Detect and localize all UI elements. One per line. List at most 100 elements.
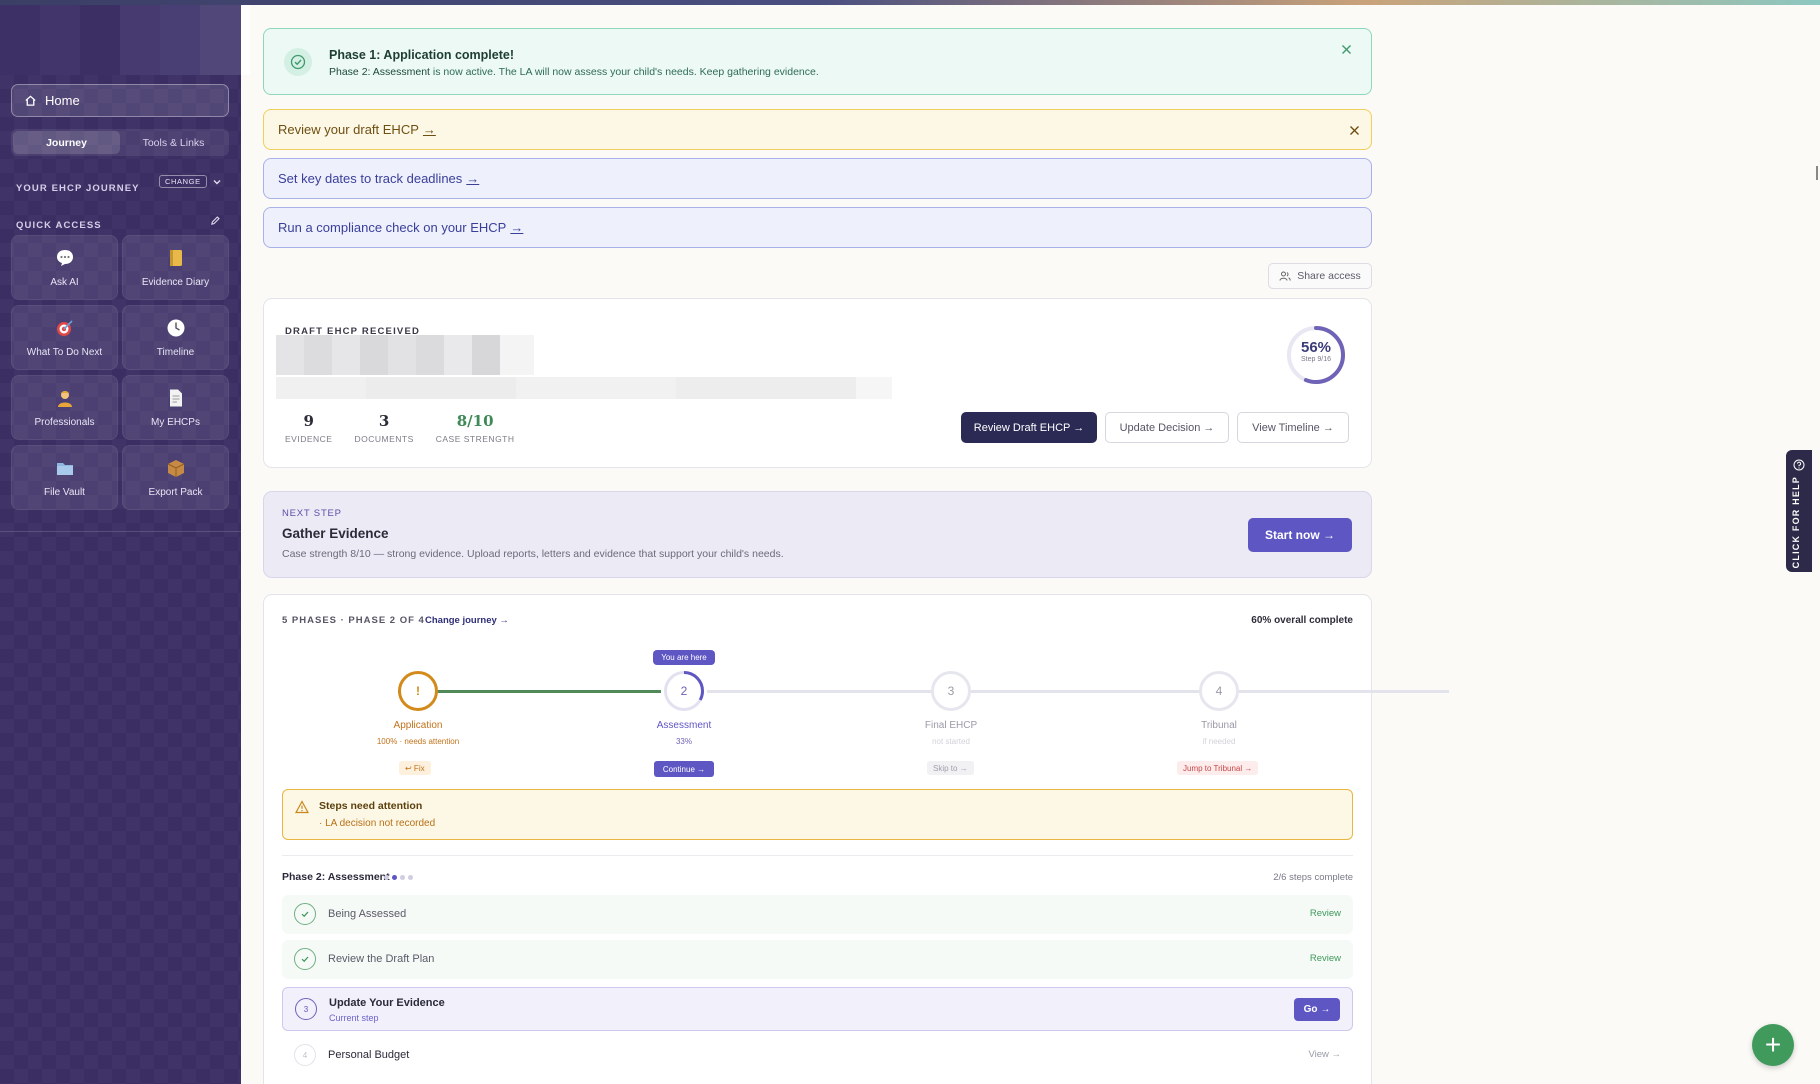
quick-evidence-diary[interactable]: Evidence Diary [122, 235, 229, 300]
phase-node-application-num: ! [416, 684, 420, 698]
tab-tools-links[interactable]: Tools & Links [120, 131, 227, 154]
phase-node-application[interactable]: ! [398, 671, 438, 711]
banner-success-body: is now active. The LA will now assess yo… [429, 66, 819, 78]
change-journey-link[interactable]: Change journey → [425, 615, 509, 626]
next-step-label: NEXT STEP [282, 508, 342, 519]
banner-success-text: Phase 2: Assessment is now active. The L… [329, 66, 819, 78]
next-step-card: NEXT STEP Gather Evidence Case strength … [263, 491, 1372, 578]
quick-timeline-label: Timeline [156, 347, 195, 358]
compliance-link[interactable]: Run a compliance check on your EHCP → [278, 220, 523, 235]
top-accent-bar [0, 0, 1820, 5]
step-row-current[interactable]: 3 Update Your Evidence Current step Go → [282, 987, 1353, 1031]
attention-item[interactable]: · LA decision not recorded [319, 818, 435, 829]
journey-card: 5 PHASES · PHASE 2 OF 4 Change journey →… [263, 594, 1449, 1084]
redacted-details [276, 377, 892, 399]
close-icon[interactable] [1347, 123, 1361, 137]
stat-evidence: 9 EVIDENCE [285, 412, 332, 444]
quick-file-vault[interactable]: File Vault [11, 445, 118, 510]
review-draft-link[interactable]: Review your draft EHCP → [278, 122, 436, 137]
tab-journey[interactable]: Journey [13, 131, 120, 154]
change-journey-button[interactable]: CHANGE [159, 175, 207, 188]
help-tab[interactable]: CLICK FOR HELP [1786, 450, 1812, 572]
check-icon [294, 903, 316, 925]
review-draft-text: Review your draft EHCP [278, 122, 419, 137]
phase-node-final-num: 3 [947, 684, 955, 698]
stat-documents-label: DOCUMENTS [354, 434, 414, 444]
quick-ask-ai-label: Ask AI [50, 277, 79, 288]
edit-pencil-icon[interactable] [210, 215, 221, 226]
chevron-down-icon[interactable] [212, 177, 222, 187]
clock-icon [165, 317, 187, 339]
add-fab-button[interactable]: + [1752, 1024, 1794, 1066]
step-number-circle: 4 [294, 1044, 316, 1066]
logo-area [0, 5, 250, 75]
help-tab-label: CLICK FOR HELP [1791, 476, 1801, 569]
close-icon[interactable] [1339, 42, 1353, 56]
key-dates-arrow: → [466, 171, 480, 186]
skip-to-button[interactable]: Skip to → [927, 761, 974, 775]
banner-success-title: Phase 1: Application complete! [329, 48, 514, 62]
phase-node-tribunal[interactable]: 4 [1199, 671, 1239, 711]
phase-sub-assessment: 33% [675, 737, 692, 746]
start-now-button[interactable]: Start now → [1248, 518, 1352, 552]
phase-label-final-ehcp: Final EHCP [924, 720, 978, 731]
sidebar-tabs: Journey Tools & Links [11, 129, 229, 156]
phase-label-assessment: Assessment [656, 720, 712, 731]
quick-evidence-diary-label: Evidence Diary [141, 277, 210, 288]
check-circle-icon [284, 48, 312, 76]
continue-button[interactable]: Continue → [654, 761, 714, 777]
next-step-description: Case strength 8/10 — strong evidence. Up… [282, 548, 784, 560]
step-number-circle: 3 [295, 998, 317, 1020]
phase-node-assessment[interactable]: 2 [664, 671, 704, 711]
phase-step-dots [384, 875, 413, 880]
stat-case-strength: 8/10 CASE STRENGTH [436, 412, 515, 444]
step-row[interactable]: 4 Personal Budget View → [282, 1036, 1353, 1075]
go-button[interactable]: Go → [1294, 998, 1340, 1021]
step-title: Personal Budget [328, 1049, 410, 1061]
compliance-arrow: → [510, 220, 524, 235]
next-step-title: Gather Evidence [282, 526, 389, 541]
phase-label-application: Application [393, 720, 443, 731]
progress-percent: 56% [1300, 339, 1332, 356]
view-timeline-button[interactable]: View Timeline → [1237, 412, 1349, 443]
sidebar-home-label: Home [45, 93, 80, 108]
step-title: Review the Draft Plan [328, 953, 435, 965]
quick-what-to-do-next-label: What To Do Next [26, 347, 103, 358]
step-row[interactable]: Review the Draft Plan Review [282, 940, 1353, 979]
sidebar-home-button[interactable]: Home [11, 84, 229, 117]
jump-to-tribunal-button[interactable]: Jump to Tribunal → [1177, 761, 1259, 775]
key-dates-banner: Set key dates to track deadlines → [263, 158, 1372, 199]
users-icon [1279, 271, 1291, 281]
phase-node-final-ehcp[interactable]: 3 [931, 671, 971, 711]
share-access-button[interactable]: Share access [1268, 263, 1372, 289]
quick-export-pack[interactable]: Export Pack [122, 445, 229, 510]
phase-sub-tribunal: if needed [1202, 737, 1236, 746]
quick-my-ehcps[interactable]: My EHCPs [122, 375, 229, 440]
check-icon [294, 948, 316, 970]
scroll-edge-marker [1816, 166, 1818, 180]
stat-documents: 3 DOCUMENTS [354, 412, 413, 444]
quick-timeline[interactable]: Timeline [122, 305, 229, 370]
speech-bubble-icon [54, 247, 76, 269]
quick-professionals[interactable]: Professionals [11, 375, 118, 440]
review-draft-ehcp-button[interactable]: Review Draft EHCP → [961, 412, 1097, 443]
step-row[interactable]: Being Assessed Review [282, 895, 1353, 934]
step-review-link[interactable]: Review [1310, 908, 1341, 919]
phase-label-tribunal: Tribunal [1201, 720, 1237, 731]
quick-export-pack-label: Export Pack [148, 487, 203, 498]
journey-section-label: YOUR EHCP JOURNEY [16, 183, 140, 194]
step-review-link[interactable]: Review [1310, 953, 1341, 964]
key-dates-text: Set key dates to track deadlines [278, 171, 463, 186]
stat-case-strength-value: 8/10 [456, 412, 494, 430]
update-decision-button[interactable]: Update Decision → [1105, 412, 1229, 443]
quick-ask-ai[interactable]: Ask AI [11, 235, 118, 300]
banner-success-phase: Phase 2: Assessment [329, 66, 430, 78]
quick-what-to-do-next[interactable]: What To Do Next [11, 305, 118, 370]
step-view-link[interactable]: View → [1308, 1049, 1341, 1060]
key-dates-link[interactable]: Set key dates to track deadlines → [278, 171, 479, 186]
you-are-here-tag: You are here [653, 650, 715, 665]
attention-box: Steps need attention · LA decision not r… [282, 789, 1353, 840]
fix-button[interactable]: ↩ Fix [399, 761, 431, 775]
step-current-label: Current step [329, 1013, 379, 1023]
stat-evidence-label: EVIDENCE [285, 434, 333, 444]
